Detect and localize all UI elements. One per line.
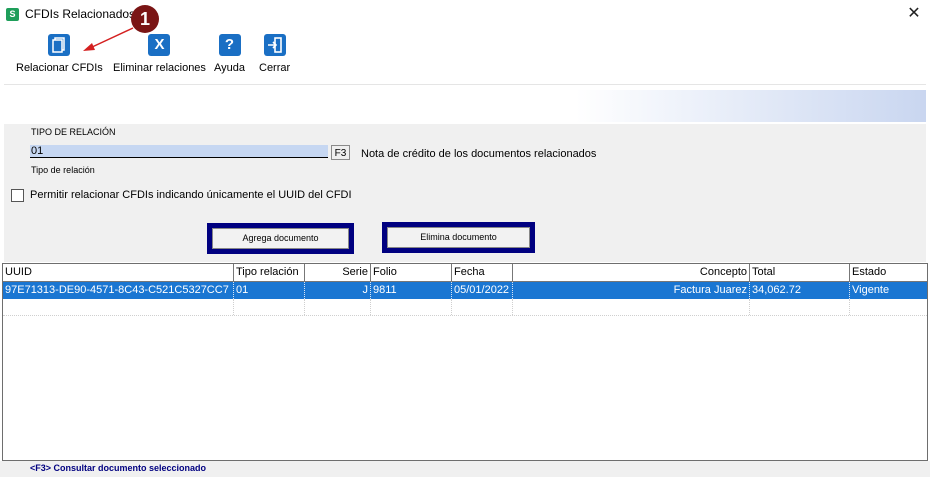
- empty-row[interactable]: [3, 299, 927, 316]
- empty-cell: [850, 299, 927, 315]
- relacionar-cfdis-label: Relacionar CFDIs: [16, 62, 103, 74]
- column-header-uuid[interactable]: UUID: [3, 264, 234, 281]
- cell-total: 34,062.72: [750, 282, 850, 299]
- cell-estado: Vigente: [852, 284, 890, 296]
- column-header-folio[interactable]: Folio: [371, 264, 452, 281]
- eliminar-relaciones-label: Eliminar relaciones: [113, 62, 206, 74]
- empty-cell: [3, 299, 234, 315]
- empty-cell: [750, 299, 850, 315]
- column-header-fecha[interactable]: Fecha: [452, 264, 513, 281]
- documents-icon: [48, 34, 71, 56]
- elimina-documento-button[interactable]: Elimina documento: [382, 222, 535, 253]
- cerrar-label: Cerrar: [259, 62, 291, 74]
- help-icon: ?: [218, 34, 241, 56]
- cell-fecha: 05/01/2022: [452, 282, 513, 299]
- delete-x-icon: X: [148, 34, 171, 56]
- agrega-documento-label: Agrega documento: [212, 228, 349, 249]
- relacionar-cfdis-button[interactable]: Relacionar CFDIs: [16, 32, 103, 74]
- cell-concepto: Factura Juarez: [513, 282, 750, 299]
- tipo-relacion-heading: TIPO DE RELACIÓN: [31, 127, 116, 137]
- cell-folio: 9811: [371, 282, 452, 299]
- empty-cell: [452, 299, 513, 315]
- close-icon[interactable]: ✕: [904, 4, 924, 24]
- cell-tipo-relacion: 01: [234, 282, 305, 299]
- toolbar: Relacionar CFDIs X Eliminar relaciones ?…: [4, 30, 926, 85]
- cell-uuid: 97E71313-DE90-4571-8C43-C521C5327CC7: [3, 282, 234, 299]
- empty-cell: [513, 299, 750, 315]
- column-header-estado[interactable]: Estado: [850, 264, 927, 281]
- agrega-documento-button[interactable]: Agrega documento: [207, 223, 354, 254]
- status-hint: <F3> Consultar documento seleccionado: [30, 463, 207, 473]
- app-icon: S: [6, 8, 19, 21]
- empty-cell: [305, 299, 371, 315]
- uuid-only-checkbox[interactable]: [11, 189, 24, 202]
- column-header-total[interactable]: Total: [750, 264, 850, 281]
- tipo-relacion-input[interactable]: [30, 145, 328, 158]
- table-row[interactable]: 97E71313-DE90-4571-8C43-C521C5327CC7 01 …: [3, 282, 927, 299]
- cerrar-button[interactable]: Cerrar: [259, 32, 290, 74]
- window-title: CFDIs Relacionados: [25, 7, 136, 21]
- tipo-relacion-description: Nota de crédito de los documentos relaci…: [361, 148, 597, 160]
- empty-cell: [234, 299, 305, 315]
- uuid-only-label[interactable]: Permitir relacionar CFDIs indicando únic…: [30, 189, 352, 201]
- ayuda-button[interactable]: ? Ayuda: [214, 32, 245, 74]
- exit-door-icon: [263, 34, 286, 56]
- elimina-documento-label: Elimina documento: [387, 227, 530, 248]
- ayuda-label: Ayuda: [214, 62, 245, 74]
- documents-grid[interactable]: UUID Tipo relación Serie Folio Fecha Con…: [2, 263, 928, 461]
- tipo-relacion-label: Tipo de relación: [31, 165, 95, 175]
- eliminar-relaciones-button[interactable]: X Eliminar relaciones: [113, 32, 206, 74]
- empty-cell: [371, 299, 452, 315]
- header-gradient-bar: [4, 90, 926, 122]
- column-header-tipo-relacion[interactable]: Tipo relación: [234, 264, 305, 281]
- column-header-concepto[interactable]: Concepto: [513, 264, 750, 281]
- callout-badge: 1: [131, 5, 159, 33]
- cell-serie: J: [305, 282, 371, 299]
- column-header-serie[interactable]: Serie: [305, 264, 371, 281]
- f3-lookup-button[interactable]: F3: [331, 145, 350, 160]
- grid-header: UUID Tipo relación Serie Folio Fecha Con…: [3, 264, 927, 282]
